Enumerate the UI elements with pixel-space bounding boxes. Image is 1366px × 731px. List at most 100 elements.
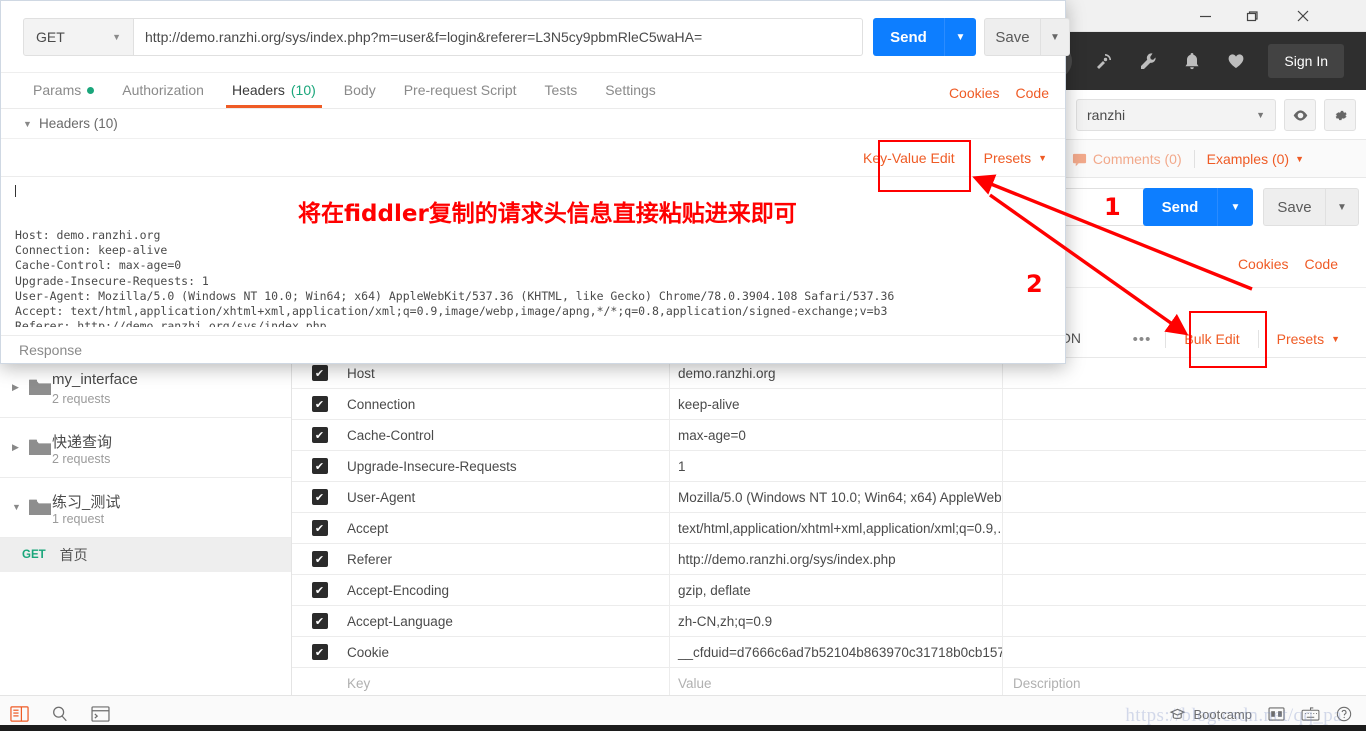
chevron-down-icon: ▼: [1256, 110, 1265, 120]
save-options-button-bg[interactable]: ▼: [1325, 188, 1359, 226]
list-item[interactable]: ▶ my_interface 2 requests: [0, 358, 291, 418]
table-row[interactable]: ✔ Connection keep-alive: [292, 388, 1366, 420]
row-checkbox[interactable]: ✔: [292, 489, 347, 505]
headers-collapse-label: Headers (10): [39, 116, 118, 131]
eye-icon[interactable]: [1284, 99, 1316, 131]
window-close-button[interactable]: [1280, 0, 1326, 32]
row-checkbox[interactable]: ✔: [292, 551, 347, 567]
tab-pre-request-script[interactable]: Pre-request Script: [390, 73, 531, 108]
search-icon[interactable]: [51, 705, 69, 723]
tab-headers[interactable]: Headers (10): [218, 73, 330, 108]
send-button-bg[interactable]: Send: [1143, 188, 1217, 226]
wrench-icon[interactable]: [1136, 49, 1160, 73]
header-key-cell[interactable]: User-Agent: [347, 481, 670, 513]
row-checkbox[interactable]: ✔: [292, 644, 347, 660]
sign-in-button[interactable]: Sign In: [1268, 44, 1344, 78]
presets-dropdown-bg[interactable]: Presets ▼: [1263, 331, 1340, 347]
send-options-button[interactable]: ▼: [944, 18, 976, 56]
table-row[interactable]: ✔ Accept-Encoding gzip, deflate: [292, 574, 1366, 606]
console-icon[interactable]: [91, 706, 110, 722]
sidebar-toggle-icon[interactable]: [10, 705, 29, 723]
header-value-cell[interactable]: __cfduid=d7666c6ad7b52104b863970c31718b0…: [670, 636, 1003, 668]
tab-settings[interactable]: Settings: [591, 73, 670, 108]
keyboard-icon[interactable]: [1301, 707, 1320, 721]
window-minimize-button[interactable]: [1182, 0, 1228, 32]
chevron-down-icon[interactable]: ▼: [12, 502, 21, 512]
header-key-cell[interactable]: Referer: [347, 543, 670, 575]
header-key-cell[interactable]: Cache-Control: [347, 419, 670, 451]
header-key-cell[interactable]: Accept-Language: [347, 605, 670, 637]
key-value-toolbar: Key-Value Edit Presets ▼: [1, 139, 1065, 177]
tab-body[interactable]: Body: [330, 73, 390, 108]
header-value-cell[interactable]: Mozilla/5.0 (Windows NT 10.0; Win64; x64…: [670, 481, 1003, 513]
header-key-cell[interactable]: Connection: [347, 388, 670, 420]
row-checkbox[interactable]: ✔: [292, 520, 347, 536]
heart-icon[interactable]: [1224, 49, 1248, 73]
send-button[interactable]: Send: [873, 18, 944, 56]
help-icon[interactable]: [1336, 706, 1352, 722]
url-input[interactable]: http://demo.ranzhi.org/sys/index.php?m=u…: [134, 18, 863, 56]
key-value-edit-link[interactable]: Key-Value Edit: [849, 150, 969, 166]
list-item[interactable]: ▶ 快递查询 2 requests: [0, 418, 291, 478]
save-button-bg[interactable]: Save: [1263, 188, 1325, 226]
row-checkbox[interactable]: ✔: [292, 365, 347, 381]
header-value-cell[interactable]: http://demo.ranzhi.org/sys/index.php: [670, 543, 1003, 575]
header-value-cell[interactable]: zh-CN,zh;q=0.9: [670, 605, 1003, 637]
new-key-input[interactable]: Key: [347, 667, 670, 699]
bulk-edit-link[interactable]: Bulk Edit: [1170, 331, 1253, 347]
code-link[interactable]: Code: [1016, 85, 1049, 101]
bell-icon[interactable]: [1180, 49, 1204, 73]
list-item[interactable]: ▼ 练习_测试 1 request: [0, 478, 291, 538]
save-options-button[interactable]: ▼: [1040, 18, 1070, 56]
tab-label: Pre-request Script: [403, 82, 517, 98]
row-checkbox[interactable]: ✔: [292, 458, 347, 474]
chevron-right-icon[interactable]: ▶: [12, 382, 19, 393]
table-row[interactable]: ✔ Upgrade-Insecure-Requests 1: [292, 450, 1366, 482]
header-value-cell[interactable]: 1: [670, 450, 1003, 482]
headers-collapse-toggle[interactable]: ▼ Headers (10): [1, 109, 1065, 139]
table-row[interactable]: ✔ Accept text/html,application/xhtml+xml,a…: [292, 512, 1366, 544]
gear-icon[interactable]: [1324, 99, 1356, 131]
examples-link[interactable]: Examples (0) ▼: [1207, 151, 1304, 167]
table-row[interactable]: ✔ Cookie __cfduid=d7666c6ad7b52104b863970c…: [292, 636, 1366, 668]
save-button[interactable]: Save: [984, 18, 1040, 56]
tab-tests[interactable]: Tests: [531, 73, 592, 108]
satellite-icon[interactable]: [1092, 49, 1116, 73]
bootcamp-link[interactable]: Bootcamp: [1169, 707, 1252, 722]
environment-selector[interactable]: ranzhi ▼: [1076, 99, 1276, 131]
tab-params[interactable]: Params: [19, 73, 108, 108]
row-checkbox[interactable]: ✔: [292, 427, 347, 443]
response-label: Response: [19, 341, 83, 358]
header-key-cell[interactable]: Cookie: [347, 636, 670, 668]
send-options-button-bg[interactable]: ▼: [1217, 188, 1253, 226]
new-value-input[interactable]: Value: [670, 667, 1003, 699]
header-key-cell[interactable]: Upgrade-Insecure-Requests: [347, 450, 670, 482]
header-key-cell[interactable]: Accept-Encoding: [347, 574, 670, 606]
cookies-link-bg[interactable]: Cookies: [1238, 256, 1289, 272]
tab-authorization[interactable]: Authorization: [108, 73, 218, 108]
header-value-cell[interactable]: gzip, deflate: [670, 574, 1003, 606]
row-checkbox[interactable]: ✔: [292, 582, 347, 598]
table-row[interactable]: ✔ Referer http://demo.ranzhi.org/sys/index…: [292, 543, 1366, 575]
table-row[interactable]: ✔ User-Agent Mozilla/5.0 (Windows NT 10.0;…: [292, 481, 1366, 513]
more-options-icon[interactable]: •••: [1123, 331, 1162, 348]
header-key-cell[interactable]: Accept: [347, 512, 670, 544]
chevron-right-icon[interactable]: ▶: [12, 442, 19, 453]
presets-dropdown[interactable]: Presets ▼: [970, 150, 1047, 166]
new-description-input[interactable]: Description: [1003, 676, 1366, 691]
comments-link[interactable]: Comments (0): [1072, 151, 1182, 167]
table-row[interactable]: ✔ Accept-Language zh-CN,zh;q=0.9: [292, 605, 1366, 637]
row-checkbox[interactable]: ✔: [292, 613, 347, 629]
header-value-cell[interactable]: max-age=0: [670, 419, 1003, 451]
cookies-link[interactable]: Cookies: [949, 85, 1000, 101]
table-row[interactable]: ✔ Cache-Control max-age=0: [292, 419, 1366, 451]
code-link-bg[interactable]: Code: [1305, 256, 1338, 272]
list-item[interactable]: GET 首页: [0, 538, 291, 572]
header-value-cell[interactable]: text/html,application/xhtml+xml,applicat…: [670, 512, 1003, 544]
row-checkbox[interactable]: ✔: [292, 396, 347, 412]
two-pane-icon[interactable]: [1268, 707, 1285, 721]
header-value-cell[interactable]: keep-alive: [670, 388, 1003, 420]
collection-request-count: 2 requests: [52, 392, 111, 406]
http-method-selector[interactable]: GET ▼: [23, 18, 134, 56]
window-maximize-button[interactable]: [1228, 0, 1274, 32]
